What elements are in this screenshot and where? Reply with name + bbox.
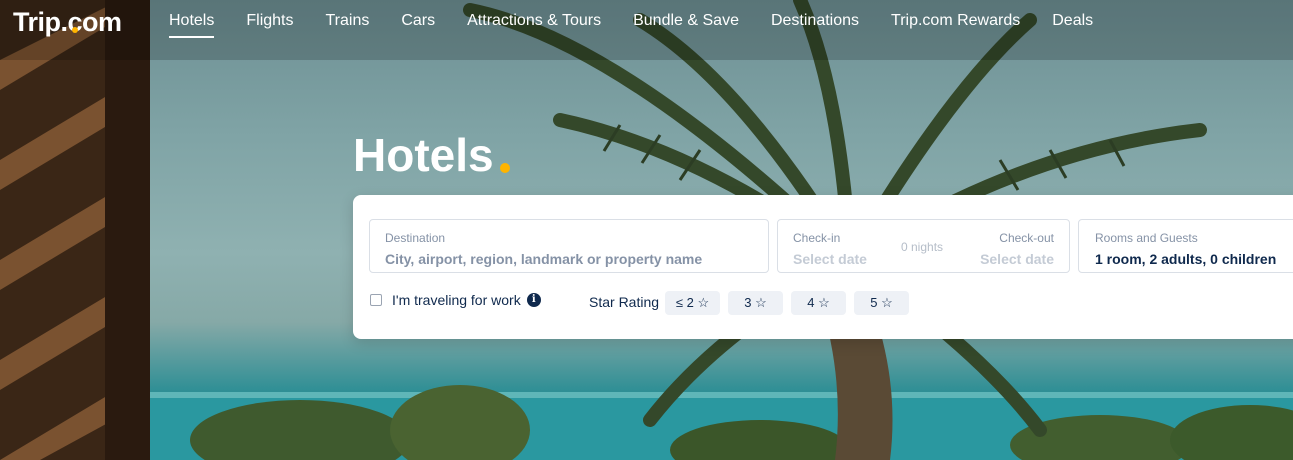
nights-count: 0 nights — [901, 240, 944, 254]
star-filter-3[interactable]: 3 ☆ — [728, 291, 783, 315]
rooms-guests-label: Rooms and Guests — [1095, 231, 1198, 245]
nav-trains[interactable]: Trains — [325, 12, 369, 36]
star-rating-label: Star Rating — [589, 294, 660, 310]
nav-deals[interactable]: Deals — [1052, 12, 1093, 36]
nav-hotels[interactable]: Hotels — [169, 12, 215, 38]
nav-destinations[interactable]: Destinations — [771, 12, 859, 36]
logo[interactable]: Trip.com — [13, 7, 122, 38]
page-title: Hotels — [353, 129, 494, 181]
nav-rewards[interactable]: Trip.com Rewards — [891, 12, 1020, 36]
star-filter-4[interactable]: 4 ☆ — [791, 291, 846, 315]
rooms-guests-value[interactable]: 1 room, 2 adults, 0 children — [1095, 251, 1276, 267]
checkin-date[interactable]: Select date — [793, 251, 867, 267]
main-nav: Hotels Flights Trains Cars Attractions &… — [169, 12, 1125, 38]
rooms-guests-field[interactable]: Rooms and Guests 1 room, 2 adults, 0 chi… — [1078, 219, 1293, 273]
date-range-field[interactable]: Check-in Select date 0 nights Check-out … — [777, 219, 1070, 273]
work-travel-checkbox[interactable] — [370, 294, 382, 306]
work-travel-row: I'm traveling for work i — [370, 292, 541, 308]
nav-bundle-save[interactable]: Bundle & Save — [633, 12, 739, 36]
info-icon[interactable]: i — [526, 293, 541, 307]
nav-attractions-tours[interactable]: Attractions & Tours — [467, 12, 601, 36]
hotel-search-card: Destination City, airport, region, landm… — [353, 195, 1293, 339]
destination-input[interactable]: City, airport, region, landmark or prope… — [385, 251, 702, 267]
logo-dot — [72, 27, 78, 33]
star-filter-5[interactable]: 5 ☆ — [854, 291, 909, 315]
nav-flights[interactable]: Flights — [246, 12, 293, 36]
title-dot — [500, 163, 510, 173]
checkin-label: Check-in — [793, 231, 841, 245]
work-travel-label[interactable]: I'm traveling for work — [392, 292, 521, 308]
checkout-date[interactable]: Select date — [980, 251, 1054, 267]
destination-field[interactable]: Destination City, airport, region, landm… — [369, 219, 769, 273]
star-filter-2-or-less[interactable]: ≤ 2 ☆ — [665, 291, 720, 315]
destination-label: Destination — [385, 231, 446, 245]
nav-cars[interactable]: Cars — [401, 12, 435, 36]
checkout-label: Check-out — [999, 231, 1054, 245]
